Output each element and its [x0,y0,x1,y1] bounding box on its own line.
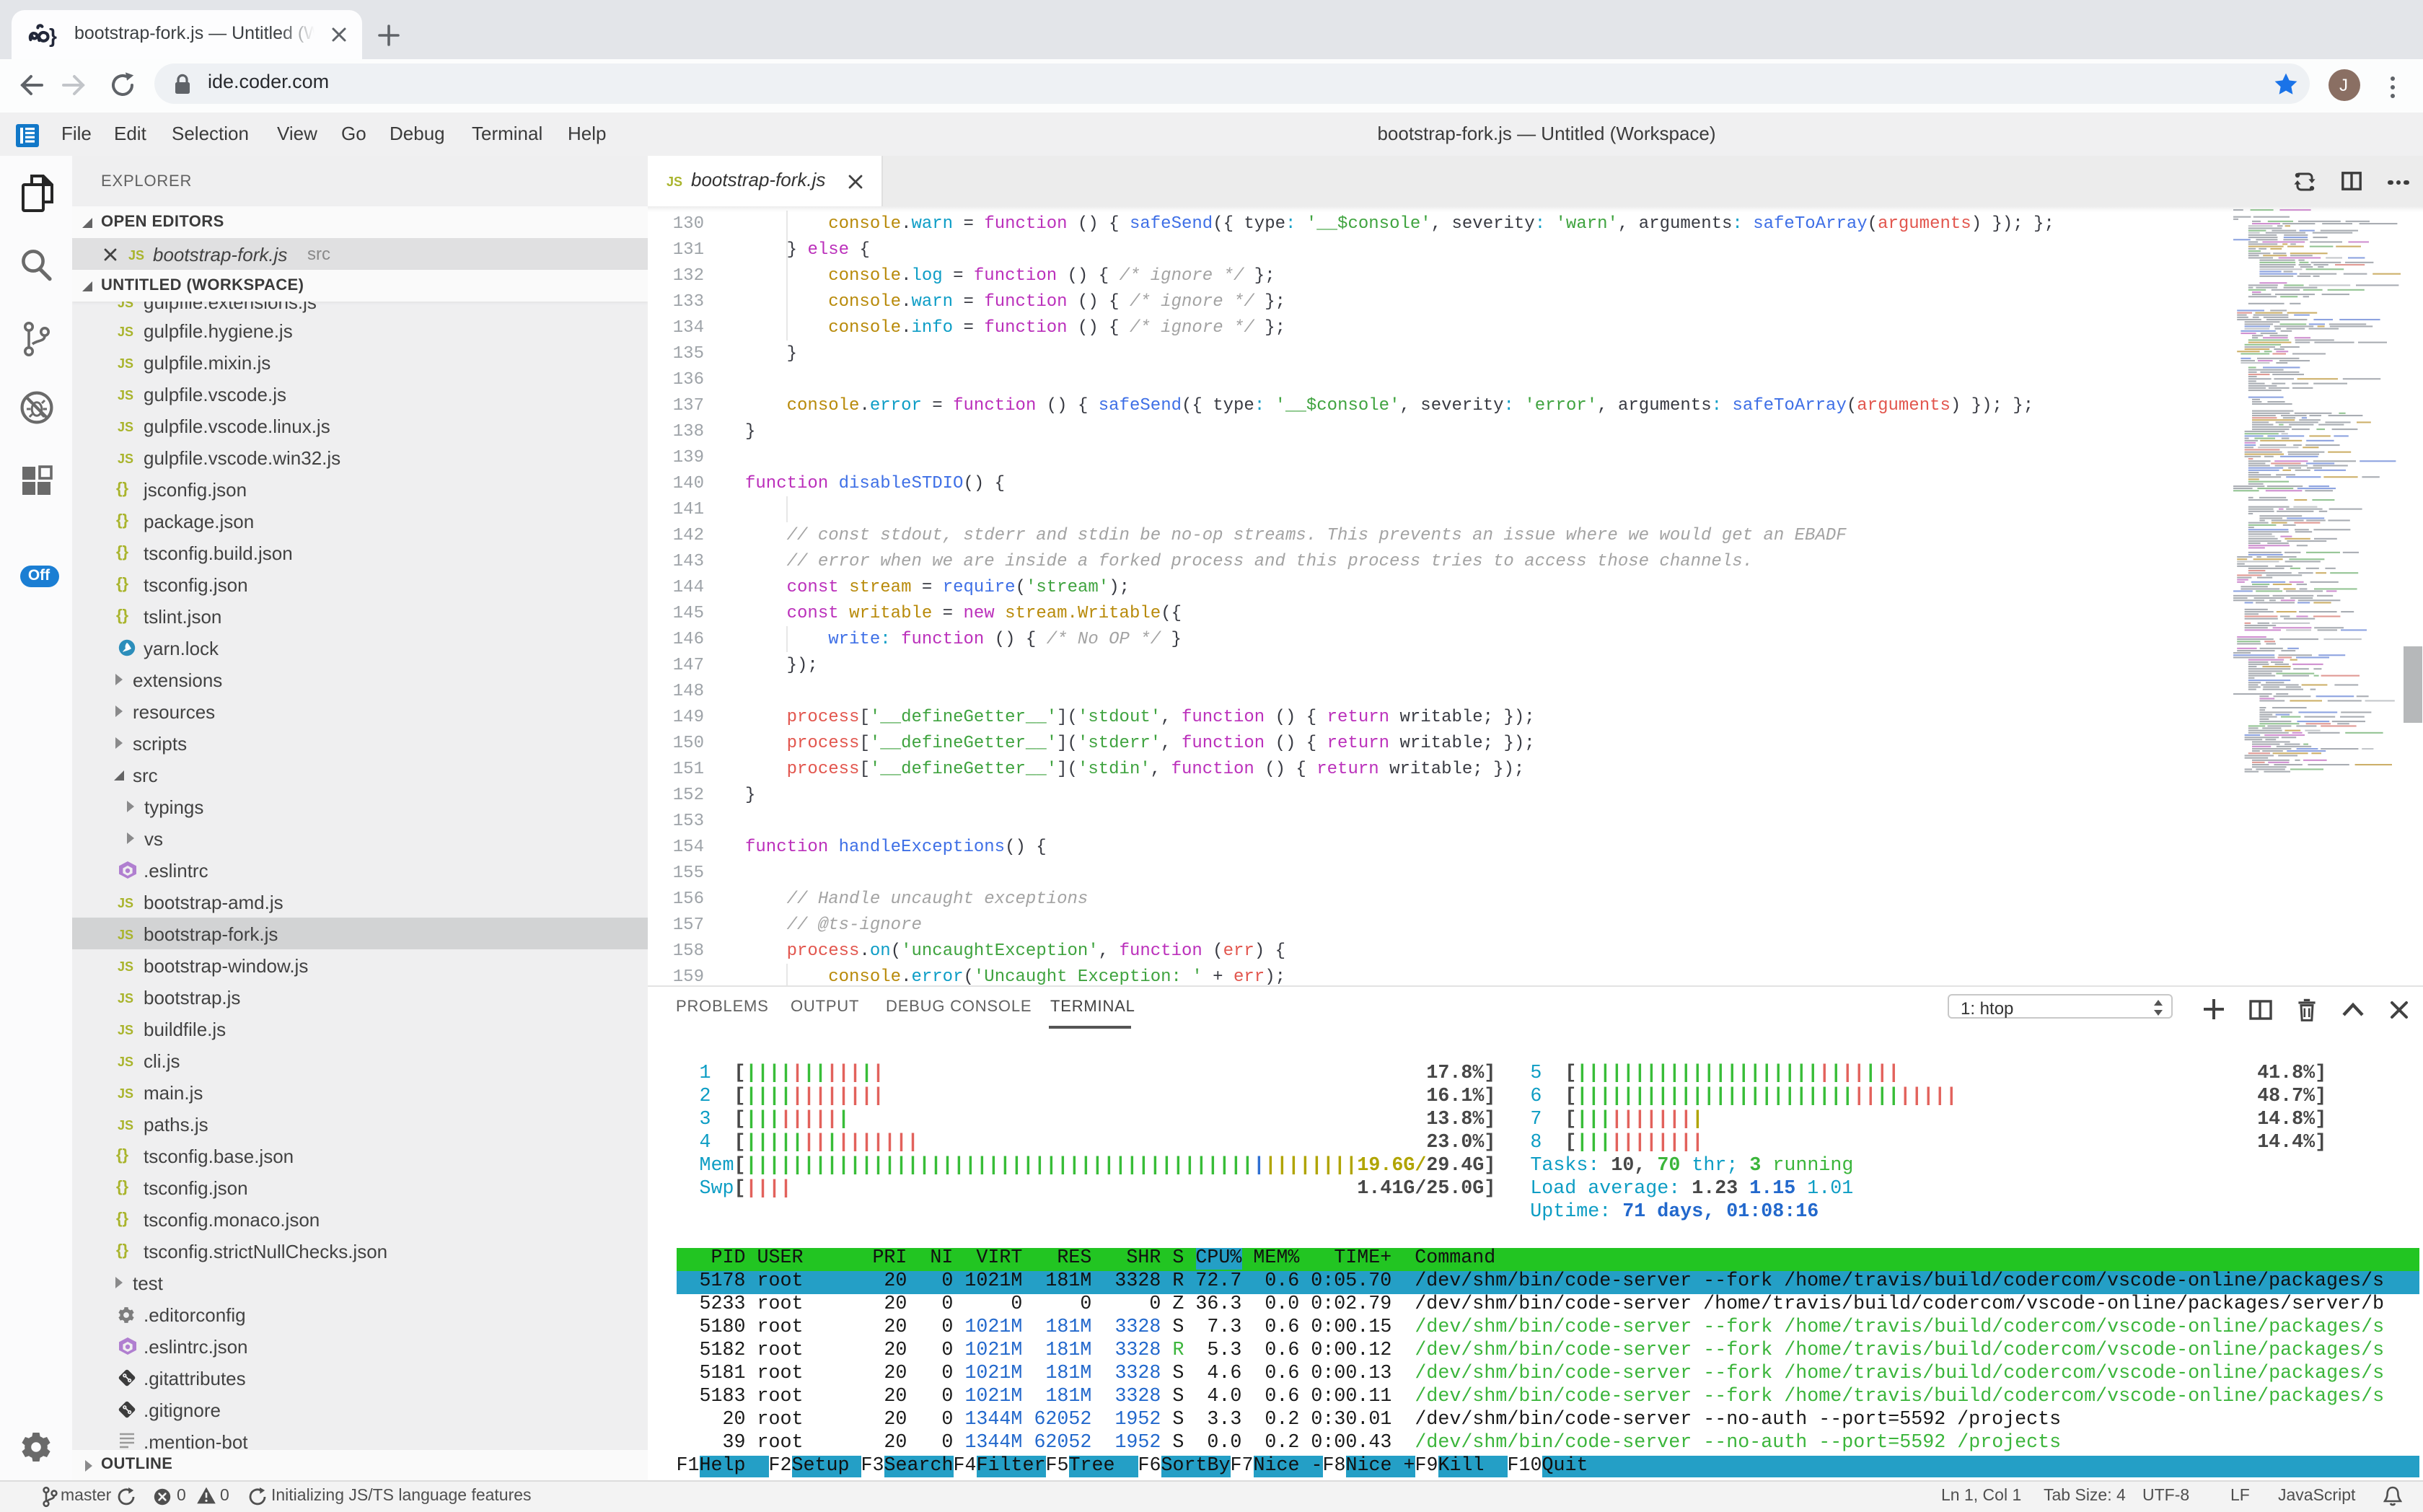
svg-text:}: } [48,24,56,46]
